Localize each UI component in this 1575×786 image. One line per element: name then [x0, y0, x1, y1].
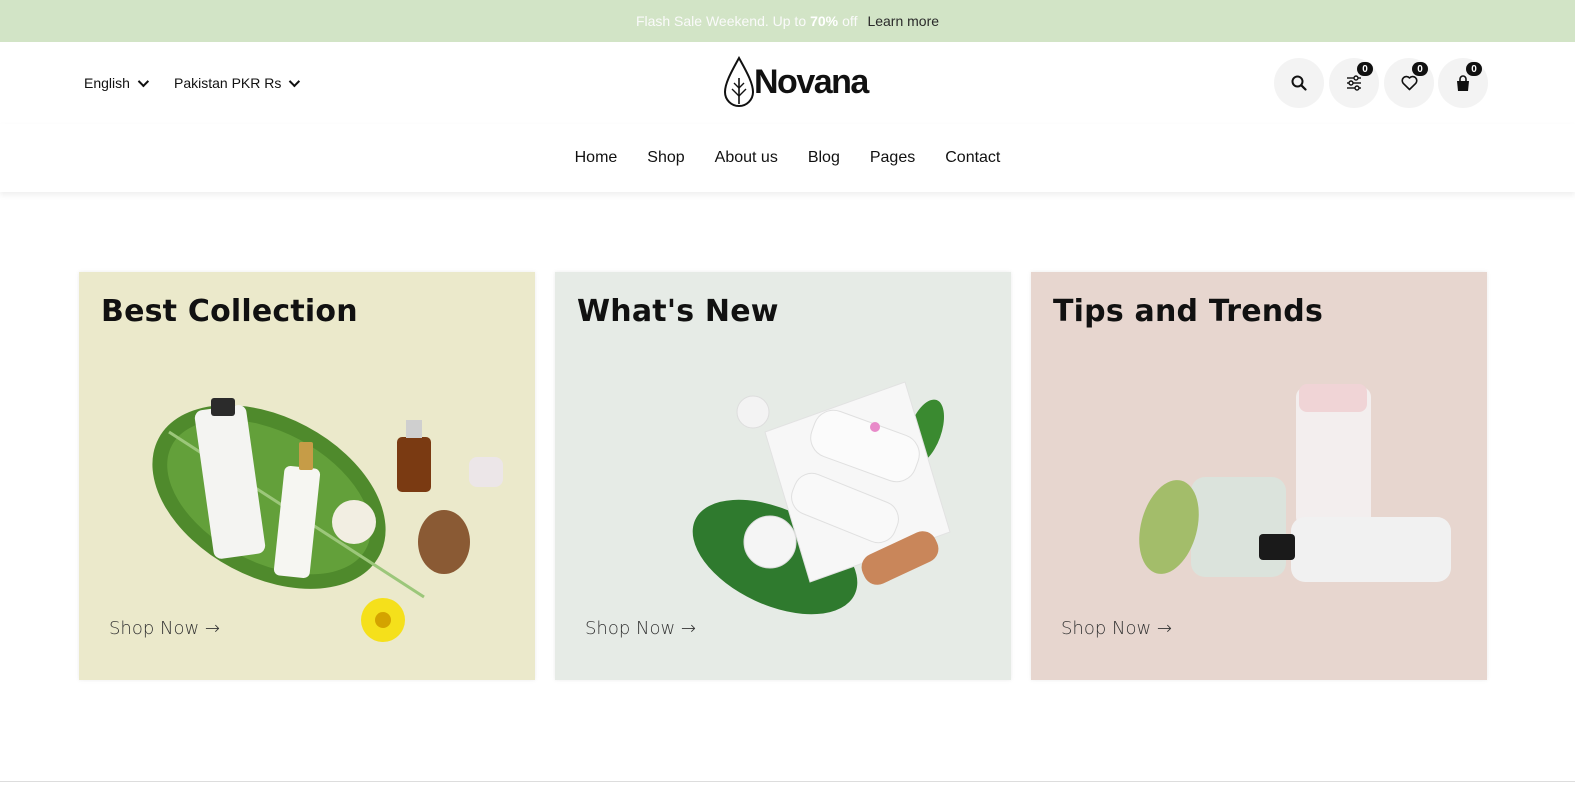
chevron-down-icon: [137, 75, 149, 88]
collection-card-best[interactable]: Best Collection Shop Now →: [79, 272, 535, 680]
logo[interactable]: Novana: [724, 56, 869, 108]
promo-bar: Flash Sale Weekend. Up to 70% off Learn …: [0, 0, 1575, 42]
wishlist-count-badge: 0: [1412, 62, 1428, 76]
wishlist-button[interactable]: 0: [1384, 58, 1434, 108]
page-divider: [0, 781, 1575, 782]
compare-count-badge: 0: [1357, 62, 1373, 76]
heart-icon: [1400, 75, 1418, 91]
learn-more-link[interactable]: Learn more: [867, 13, 939, 29]
compare-button[interactable]: 0: [1329, 58, 1379, 108]
cart-button[interactable]: 0: [1438, 58, 1488, 108]
collection-card-tips[interactable]: Tips and Trends Shop Now →: [1031, 272, 1487, 680]
promo-text: Flash Sale Weekend. Up to: [635, 13, 807, 29]
nav-item-home[interactable]: Home: [575, 149, 618, 167]
shop-now-link[interactable]: Shop Now →: [109, 618, 220, 639]
nav-item-contact[interactable]: Contact: [945, 149, 1000, 167]
nav-item-shop[interactable]: Shop: [647, 149, 684, 167]
site-header: English Pakistan PKR Rs Novana 0 0 0: [0, 42, 1575, 125]
cart-count-badge: 0: [1466, 62, 1482, 76]
filter-icon: [1347, 75, 1361, 91]
shop-now-link[interactable]: Shop Now →: [585, 618, 696, 639]
currency-label: Pakistan PKR Rs: [174, 75, 282, 91]
search-button[interactable]: [1274, 58, 1324, 108]
promo-percent: 70%: [810, 13, 839, 29]
language-select[interactable]: English: [84, 75, 149, 91]
promo-suffix: off: [842, 13, 858, 29]
nav-item-blog[interactable]: Blog: [808, 149, 840, 167]
nav-item-about[interactable]: About us: [715, 149, 778, 167]
shopping-bag-icon: [1457, 74, 1469, 91]
currency-select[interactable]: Pakistan PKR Rs: [174, 75, 301, 91]
nav-item-pages[interactable]: Pages: [870, 149, 915, 167]
card-title: What's New: [577, 294, 779, 329]
main-nav: Home Shop About us Blog Pages Contact: [0, 124, 1575, 192]
card-title: Tips and Trends: [1053, 294, 1324, 329]
chevron-down-icon: [289, 75, 301, 88]
logo-text: Novana: [754, 62, 869, 101]
card-title: Best Collection: [101, 294, 358, 329]
leaf-logo-icon: [724, 56, 754, 107]
shop-now-link[interactable]: Shop Now →: [1061, 618, 1172, 639]
collection-card-new[interactable]: What's New Shop Now →: [555, 272, 1011, 680]
search-icon: [1291, 75, 1307, 91]
language-label: English: [84, 75, 130, 91]
